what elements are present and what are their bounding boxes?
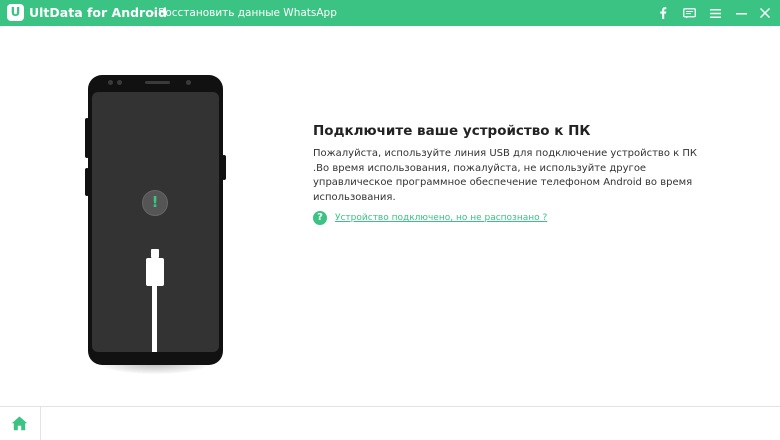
minimize-icon — [735, 12, 747, 14]
menu-button[interactable] — [706, 4, 724, 22]
page-title: Подключите ваше устройство к ПК — [313, 123, 591, 139]
facebook-icon — [660, 7, 667, 19]
facebook-button[interactable] — [654, 4, 672, 22]
minimize-button[interactable] — [732, 4, 750, 22]
footer-bar — [0, 406, 780, 440]
usb-connector-tip — [151, 249, 159, 258]
footer-divider — [40, 407, 41, 440]
app-subtitle: - Восстановить данные WhatsApp — [151, 7, 337, 19]
close-icon — [760, 8, 770, 18]
close-button[interactable] — [756, 4, 774, 22]
phone-sensor — [108, 80, 113, 85]
device-not-recognized-link[interactable]: Устройство подключено, но не распознано … — [335, 213, 547, 223]
usb-cable — [152, 286, 157, 352]
phone-front-sensor — [186, 80, 191, 85]
menu-icon — [709, 8, 721, 18]
feedback-button[interactable] — [680, 4, 698, 22]
phone-camera — [117, 80, 122, 85]
alert-icon: ! — [142, 190, 168, 216]
app-name: UltData for Android — [29, 5, 168, 20]
app-logo: U — [7, 4, 24, 21]
home-icon — [11, 416, 28, 431]
instructions-text: Пожалуйста, используйте линия USB для по… — [313, 148, 697, 203]
home-button[interactable] — [11, 416, 28, 431]
title-bar: U UltData for Android - Восстановить дан… — [0, 0, 780, 26]
feedback-icon — [682, 7, 696, 18]
help-icon[interactable]: ? — [313, 211, 327, 225]
phone-speaker — [145, 81, 170, 84]
usb-connector — [146, 258, 164, 286]
